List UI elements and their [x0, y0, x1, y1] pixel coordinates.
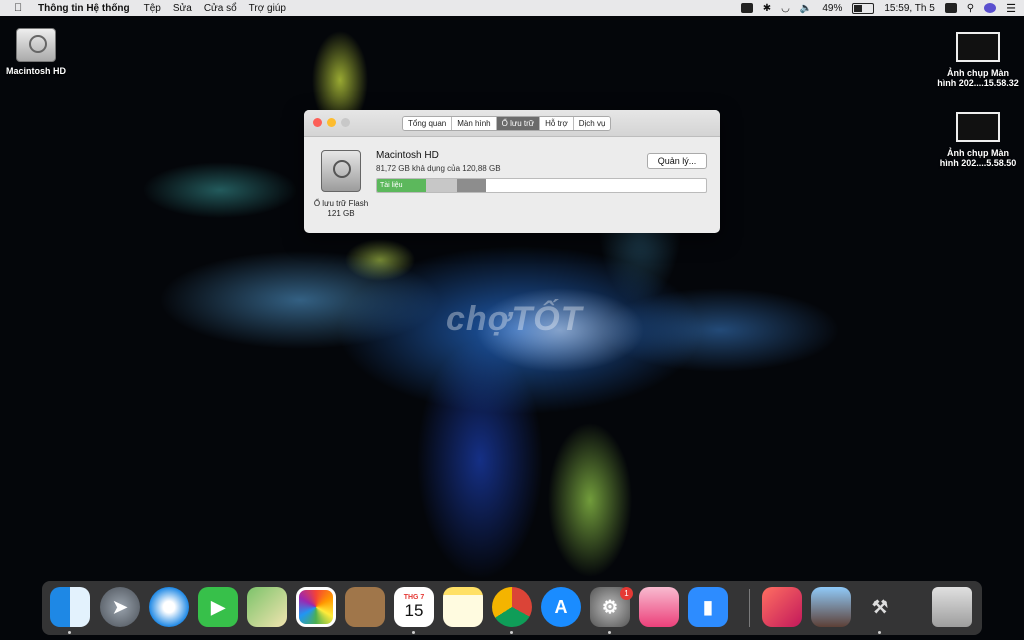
- desktop-icon-screenshot-2[interactable]: Ảnh chụp Màn hình 202....5.58.50: [934, 112, 1022, 168]
- menu-help[interactable]: Trợ giúp: [249, 3, 286, 14]
- notes-icon[interactable]: [443, 587, 483, 627]
- creative-cloud-icon[interactable]: [762, 587, 802, 627]
- tab-storage[interactable]: Ổ lưu trữ: [496, 117, 541, 130]
- bluetooth-icon[interactable]: ✱: [763, 3, 771, 14]
- cleanmymac-icon[interactable]: [639, 587, 679, 627]
- menu-window[interactable]: Cửa sổ: [204, 3, 237, 14]
- manage-button[interactable]: Quản lý...: [647, 153, 707, 169]
- chrome-icon[interactable]: [492, 587, 532, 627]
- utility-icon[interactable]: ⚒: [860, 587, 900, 627]
- calendar-icon[interactable]: THG 7 15: [394, 587, 434, 627]
- finder-icon[interactable]: [50, 587, 90, 627]
- desktop-icon-label: hình 202....15.58.32: [937, 78, 1019, 88]
- close-button[interactable]: [313, 118, 322, 127]
- notification-center-icon[interactable]: ☰: [1006, 2, 1016, 15]
- running-indicator: [608, 631, 611, 634]
- storage-segment: [425, 179, 457, 192]
- storage-segment: [456, 179, 486, 192]
- dock: ➤ ▶ THG 7 15 A ⚙ ▮ ⚒: [42, 581, 982, 635]
- menu-edit[interactable]: Sửa: [173, 3, 192, 14]
- running-indicator: [510, 631, 513, 634]
- status-area: ✱ ◡ 🔈 49% 15:59, Th 5 ⚲ ☰: [740, 0, 1016, 16]
- menu-app-name[interactable]: Thông tin Hệ thống: [38, 3, 130, 14]
- screenshot-thumbnail-icon: [956, 32, 1000, 62]
- launchpad-icon[interactable]: ➤: [100, 587, 140, 627]
- running-indicator: [68, 631, 71, 634]
- storage-segment: Tài liệu: [377, 179, 426, 192]
- hard-drive-icon: [16, 28, 56, 62]
- desktop-icon-macintosh-hd[interactable]: Macintosh HD: [6, 28, 66, 76]
- desktop-icon-label: Macintosh HD: [6, 66, 67, 76]
- volume-icon[interactable]: 🔈: [800, 3, 812, 14]
- minimize-button[interactable]: [327, 118, 336, 127]
- storage-usage-bar[interactable]: Tài liệu: [376, 178, 707, 193]
- running-indicator: [878, 631, 881, 634]
- photos-icon[interactable]: [296, 587, 336, 627]
- disk-size: 121 GB: [327, 209, 355, 218]
- dock-separator: [749, 589, 750, 627]
- disk-type: Ổ lưu trữ Flash: [313, 199, 369, 208]
- zoom-button[interactable]: [341, 118, 350, 127]
- desktop-icon-screenshot-1[interactable]: Ảnh chụp Màn hình 202....15.58.32: [934, 32, 1022, 88]
- disk-label: Ổ lưu trữ Flash 121 GB: [308, 199, 374, 219]
- running-indicator: [412, 631, 415, 634]
- spotlight-search-icon[interactable]: ⚲: [967, 3, 974, 14]
- volume-name: Macintosh HD: [376, 150, 439, 161]
- watermark: chợTỐT: [446, 300, 583, 338]
- apple-menu-icon[interactable]: : [14, 2, 26, 14]
- input-source-icon[interactable]: [944, 3, 957, 13]
- hard-drive-icon: [321, 150, 361, 192]
- wifi-icon[interactable]: ◡: [781, 3, 790, 14]
- tab-service[interactable]: Dịch vụ: [573, 117, 611, 130]
- tab-displays[interactable]: Màn hình: [452, 117, 497, 130]
- menu-file[interactable]: Tệp: [144, 3, 161, 14]
- zoom-icon[interactable]: ▮: [688, 587, 728, 627]
- desktop-icon-label: hình 202....5.58.50: [939, 158, 1017, 168]
- message-status-icon[interactable]: [740, 3, 753, 13]
- system-info-window: Tổng quan Màn hình Ổ lưu trữ Hỗ trợ Dịch…: [304, 110, 720, 233]
- app-store-icon[interactable]: A: [541, 587, 581, 627]
- facetime-icon[interactable]: ▶: [198, 587, 238, 627]
- calendar-day: 15: [404, 600, 424, 620]
- desktop-icon-label: Ảnh chụp Màn: [947, 68, 1009, 78]
- tab-bar: Tổng quan Màn hình Ổ lưu trữ Hỗ trợ Dịch…: [402, 116, 612, 131]
- contacts-icon[interactable]: [345, 587, 385, 627]
- battery-percent: 49%: [822, 2, 843, 14]
- trash-icon[interactable]: [932, 587, 972, 627]
- safari-icon[interactable]: [149, 587, 189, 627]
- preview-icon[interactable]: [811, 587, 851, 627]
- battery-icon[interactable]: [852, 2, 875, 14]
- tab-overview[interactable]: Tổng quan: [403, 117, 453, 130]
- notification-badge: 1: [620, 587, 633, 600]
- maps-icon[interactable]: [247, 587, 287, 627]
- siri-icon[interactable]: [984, 3, 997, 13]
- window-titlebar[interactable]: Tổng quan Màn hình Ổ lưu trữ Hỗ trợ Dịch…: [304, 110, 720, 137]
- desktop-icon-label: Ảnh chụp Màn: [947, 148, 1009, 158]
- menu-bar:  Thông tin Hệ thống Tệp Sửa Cửa sổ Trợ …: [0, 0, 1024, 16]
- clock[interactable]: 15:59, Th 5: [884, 3, 934, 14]
- tab-support[interactable]: Hỗ trợ: [540, 117, 574, 130]
- screenshot-thumbnail-icon: [956, 112, 1000, 142]
- volume-availability: 81,72 GB khả dụng của 120,88 GB: [376, 164, 501, 173]
- calendar-month: THG 7: [403, 593, 425, 601]
